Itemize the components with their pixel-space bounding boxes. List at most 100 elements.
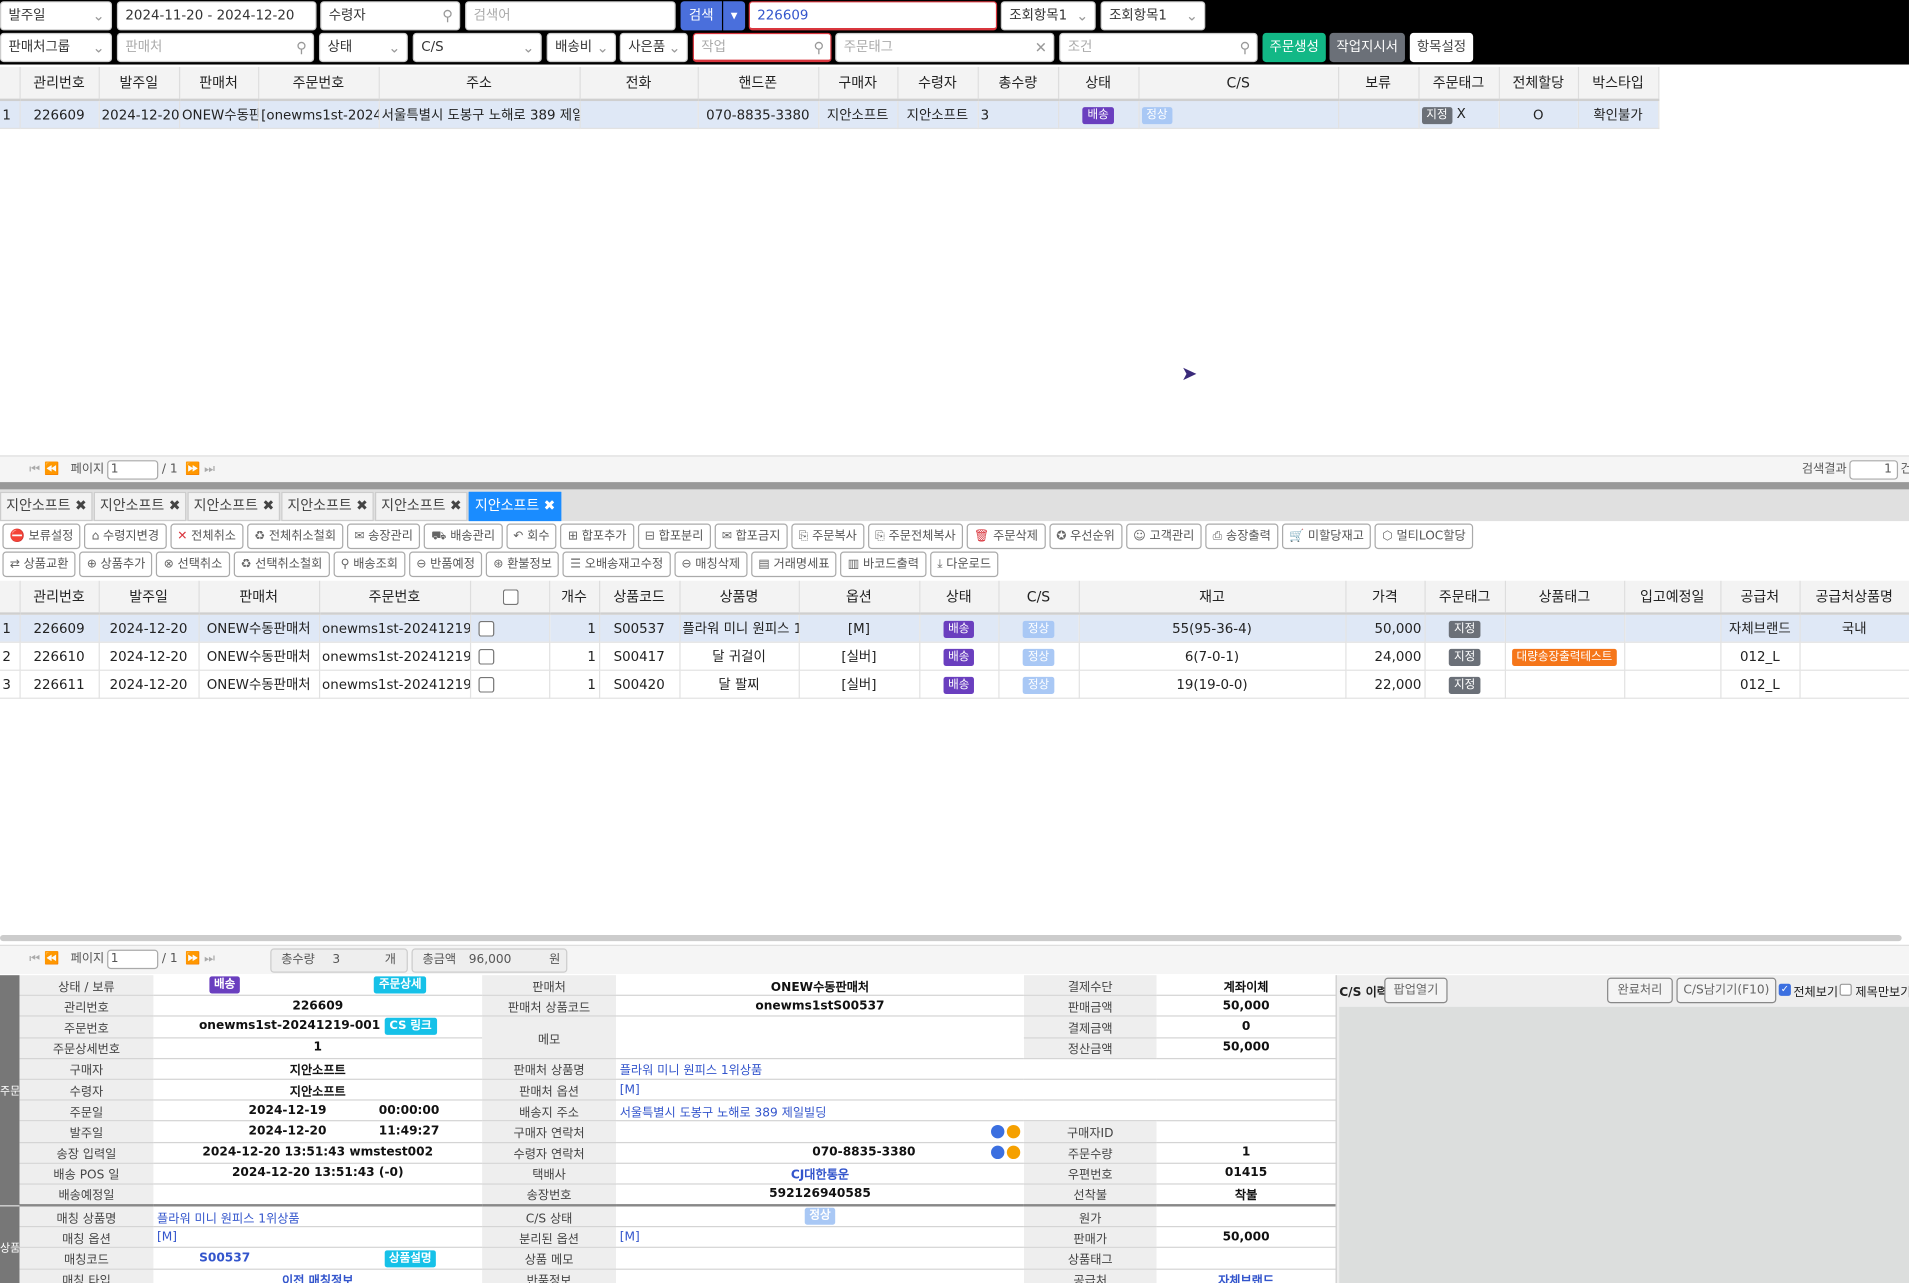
horizontal-scrollbar[interactable] (0, 935, 1902, 942)
toolbar-button[interactable]: 🗑 주문삭제 (966, 523, 1046, 550)
toolbar-button[interactable]: ⊖ 반품예정 (408, 551, 483, 578)
column-header[interactable]: 옵션 (798, 580, 920, 615)
column-header[interactable]: 주소 (378, 66, 581, 102)
row-checkbox[interactable] (477, 648, 494, 665)
status-select[interactable]: 상태 ⌄ (318, 32, 408, 63)
column-header[interactable]: 상품코드 (598, 580, 680, 615)
table-row[interactable]: 1 226609 2024-12-20 ONEW수동판매처 onewms1st-2024… (0, 613, 1909, 643)
toolbar-button[interactable]: ↶ 회수 (505, 523, 557, 550)
column-header[interactable]: 입고예정일 (1624, 580, 1721, 615)
column-header[interactable]: 전체할당 (1498, 66, 1579, 102)
table-row[interactable]: 2 226610 2024-12-20 ONEW수동판매처 onewms1st-2024… (0, 642, 1909, 671)
column-header[interactable]: 개수 (549, 580, 600, 615)
leave-cs-button[interactable]: C/S남기기(F10) (1676, 977, 1777, 1004)
toolbar-button[interactable]: ⇄ 상품교환 (2, 551, 76, 578)
column-header[interactable]: 상품명 (679, 580, 800, 615)
column-header[interactable]: C/S (998, 580, 1080, 615)
toolbar-button[interactable]: ⊖ 매칭삭제 (674, 551, 748, 578)
toolbar-button[interactable]: ⊛ 환불정보 (485, 551, 560, 578)
column-header[interactable]: 구매자 (818, 66, 898, 102)
search-dropdown-icon[interactable]: ▾ (723, 1, 746, 31)
column-header[interactable] (0, 66, 21, 102)
toolbar-button[interactable]: ⤓ 다운로드 (929, 551, 999, 578)
gift-select[interactable]: 사은품 ⌄ (619, 32, 688, 63)
keyword-input[interactable]: 검색어 (465, 1, 676, 31)
page-input[interactable]: 1 (107, 949, 159, 970)
column-header[interactable]: 주문번호 (258, 66, 380, 102)
column-header[interactable]: 박스타입 (1577, 66, 1659, 102)
work-input[interactable]: 작업 ⚲ (692, 32, 832, 63)
toolbar-button[interactable]: ☰ 오배송재고수정 (562, 551, 671, 578)
column-header[interactable]: 보류 (1337, 66, 1419, 102)
column-header[interactable]: 상태 (1057, 66, 1139, 102)
splitter[interactable] (0, 482, 1909, 490)
tab-6[interactable]: 지안소프트 ✖ (468, 491, 562, 522)
address-link[interactable]: 서울특별시 도봉구 노해로 389 제일빌딩 (616, 1100, 1336, 1122)
toolbar-button[interactable]: ✉ 송장관리 (346, 523, 421, 550)
match-code-link[interactable]: S00537 (199, 1251, 250, 1264)
next-page-icon[interactable]: ⏩ ⏭ (185, 457, 215, 484)
prev-match-link[interactable]: 이전 매칭정보 (153, 1268, 483, 1283)
sms-icon[interactable] (991, 1145, 1005, 1159)
seller-input[interactable]: 판매처 ⚲ (116, 32, 315, 63)
popup-button[interactable]: 팝업열기 (1384, 977, 1448, 1004)
close-icon[interactable]: ✖ (70, 497, 87, 514)
column-header[interactable]: 가격 (1345, 580, 1426, 615)
first-page-icon[interactable]: ⏮ ⏪ (29, 457, 59, 484)
column-header[interactable]: 주문태그 (1424, 580, 1506, 615)
column-header[interactable]: 총수량 (977, 66, 1059, 102)
column-header[interactable] (469, 580, 550, 615)
date-range-input[interactable]: 2024-11-20 - 2024-12-20 (116, 1, 317, 31)
toolbar-button[interactable]: ⌂ 수령지변경 (84, 523, 167, 550)
close-icon[interactable]: ✖ (164, 497, 181, 514)
column-header[interactable]: 재고 (1078, 580, 1346, 615)
product-desc-button[interactable]: 상품설명 (384, 1249, 437, 1267)
toolbar-button[interactable]: ⛟ 배송관리 (423, 523, 503, 550)
work-order-button[interactable]: 작업지시서 (1329, 32, 1405, 63)
column-header[interactable]: 핸드폰 (697, 66, 819, 102)
kakao-icon[interactable] (1006, 1124, 1021, 1138)
toolbar-button[interactable]: ♻ 선택취소철회 (233, 551, 330, 578)
view-all-checkbox[interactable]: ✓ (1778, 983, 1791, 996)
column-header[interactable]: 전화 (579, 66, 699, 102)
column-header[interactable]: 수령자 (897, 66, 979, 102)
column-header[interactable]: 판매처 (178, 66, 259, 102)
toolbar-button[interactable]: ⎘ 주문전체복사 (867, 523, 964, 550)
toolbar-button[interactable]: ▤ 거래명세표 (751, 551, 837, 578)
tab-1[interactable]: 지안소프트 ✖ (0, 491, 93, 522)
query-item-select-2[interactable]: 조회항목1 ⌄ (1100, 1, 1206, 31)
close-icon[interactable]: ✖ (258, 497, 274, 514)
kakao-icon[interactable] (1006, 1145, 1021, 1159)
seller-group-select[interactable]: 판매처그룹 ⌄ (0, 32, 113, 63)
search-button[interactable]: 검색 (680, 1, 722, 31)
table-row[interactable]: 3 226611 2024-12-20 ONEW수동판매처 onewms1st-2024… (0, 670, 1909, 699)
column-header[interactable]: 상태 (919, 580, 999, 615)
next-page-icon[interactable]: ⏩ ⏭ (185, 946, 215, 973)
shipping-fee-select[interactable]: 배송비 ⌄ (546, 32, 617, 63)
toolbar-button[interactable]: ⊕ 상품추가 (79, 551, 153, 578)
create-order-button[interactable]: 주문생성 (1262, 32, 1326, 63)
column-settings-button[interactable]: 항목설정 (1409, 32, 1474, 63)
row-checkbox[interactable] (477, 676, 494, 693)
column-header[interactable]: 판매처 (198, 580, 320, 615)
column-header[interactable]: 발주일 (98, 580, 200, 615)
column-header[interactable] (0, 580, 21, 615)
complete-button[interactable]: 완료처리 (1607, 977, 1673, 1004)
column-header[interactable]: 주문태그 (1418, 66, 1500, 102)
close-icon[interactable]: ✖ (445, 497, 462, 514)
date-type-select[interactable]: 발주일 ⌄ (0, 1, 113, 31)
tab-5[interactable]: 지안소프트 ✖ (374, 491, 468, 522)
toolbar-button[interactable]: ⊗ 선택취소 (156, 551, 230, 578)
toolbar-button[interactable]: 🛒 미할당재고 (1281, 523, 1372, 550)
search-value-input[interactable]: 226609 (748, 1, 998, 31)
title-only-checkbox[interactable] (1839, 983, 1852, 996)
column-header[interactable]: 발주일 (98, 66, 180, 102)
row-checkbox[interactable] (477, 620, 494, 637)
toolbar-button[interactable]: ☺ 고객관리 (1125, 523, 1202, 550)
column-header[interactable]: 공급처 (1720, 580, 1801, 615)
column-header[interactable]: 주문번호 (318, 580, 471, 615)
toolbar-button[interactable]: ⊞ 합포추가 (560, 523, 634, 550)
order-tag-input[interactable]: 주문태그 ✕ (835, 32, 1055, 63)
cs-link-button[interactable]: CS 링크 (384, 1018, 437, 1036)
cs-select[interactable]: C/S ⌄ (412, 32, 542, 63)
